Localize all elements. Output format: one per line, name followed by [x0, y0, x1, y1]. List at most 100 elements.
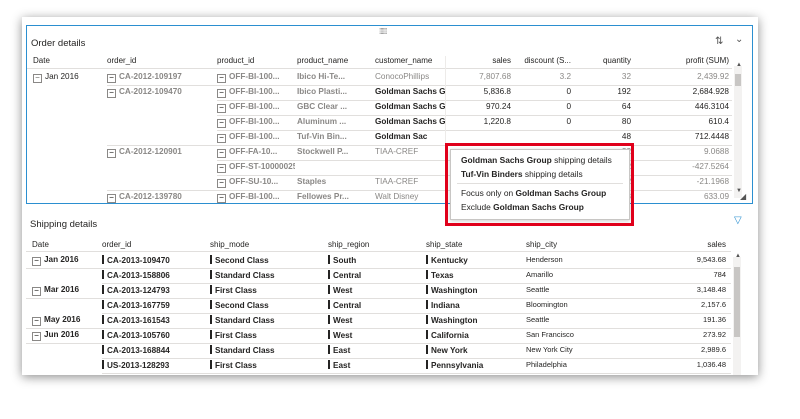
- table-cell[interactable]: Standard Class: [210, 315, 325, 325]
- table-cell[interactable]: − CA-2012-109197: [107, 72, 215, 83]
- table-cell[interactable]: − OFF-ST-10000025: [217, 162, 295, 173]
- collapse-icon[interactable]: −: [32, 332, 41, 341]
- table-cell[interactable]: CA-2013-105760: [102, 330, 210, 340]
- column-header[interactable]: sales: [449, 56, 511, 65]
- table-cell[interactable]: First Class: [210, 330, 325, 340]
- table-cell[interactable]: First Class: [210, 360, 325, 370]
- column-header[interactable]: order_id: [102, 240, 210, 249]
- table-cell[interactable]: Kentucky: [426, 255, 524, 265]
- table-cell[interactable]: Indiana: [426, 300, 524, 310]
- collapse-icon[interactable]: −: [32, 287, 41, 296]
- column-header[interactable]: order_id: [107, 56, 215, 65]
- filter-icon[interactable]: ▽: [734, 215, 742, 226]
- column-header[interactable]: quantity: [575, 56, 631, 65]
- collapse-icon[interactable]: −: [33, 74, 42, 83]
- column-header[interactable]: profit (SUM): [637, 56, 729, 65]
- table-cell[interactable]: − CA-2012-109470: [107, 87, 215, 98]
- table-cell[interactable]: − Jan 2016: [32, 255, 102, 266]
- scrollbar-thumb-shipping[interactable]: [734, 267, 740, 337]
- table-cell[interactable]: East: [328, 345, 423, 355]
- table-cell[interactable]: − OFF-BI-100...: [217, 117, 295, 128]
- table-cell[interactable]: − OFF-BI-100...: [217, 192, 295, 203]
- table-cell[interactable]: Standard Class: [210, 270, 325, 280]
- table-cell[interactable]: CA-2013-168844: [102, 345, 210, 355]
- table-cell[interactable]: CA-2013-158806: [102, 270, 210, 280]
- collapse-icon[interactable]: −: [107, 149, 116, 158]
- table-cell[interactable]: Washington: [426, 315, 524, 325]
- collapse-icon[interactable]: −: [107, 74, 116, 83]
- table-cell[interactable]: − Jan 2016: [33, 72, 103, 83]
- table-cell[interactable]: − May 2016: [32, 315, 102, 326]
- scrollbar-thumb[interactable]: [735, 74, 741, 86]
- collapse-icon[interactable]: −: [107, 89, 116, 98]
- table-cell[interactable]: − OFF-BI-100...: [217, 72, 295, 83]
- row-divider: [107, 190, 732, 191]
- column-header[interactable]: sales: [618, 240, 726, 249]
- table-cell[interactable]: − OFF-BI-100...: [217, 102, 295, 113]
- table-cell[interactable]: Second Class: [210, 300, 325, 310]
- column-header[interactable]: ship_region: [328, 240, 423, 249]
- cell-text: 2,684.928: [692, 87, 729, 96]
- table-cell[interactable]: Second Class: [210, 255, 325, 265]
- collapse-icon[interactable]: −: [217, 74, 226, 83]
- column-header[interactable]: customer_name: [375, 56, 445, 65]
- drill-through-icon[interactable]: ⇅: [715, 36, 723, 47]
- column-header[interactable]: Date: [32, 240, 102, 249]
- table-cell[interactable]: Texas: [426, 270, 524, 280]
- table-cell[interactable]: Central: [328, 270, 423, 280]
- column-header[interactable]: ship_state: [426, 240, 524, 249]
- table-cell[interactable]: − OFF-BI-100...: [217, 87, 295, 98]
- cell-text: OFF-SU-10...: [229, 177, 279, 186]
- collapse-icon[interactable]: −: [217, 119, 226, 128]
- table-cell[interactable]: − Mar 2016: [32, 285, 102, 296]
- collapse-icon[interactable]: −: [217, 89, 226, 98]
- table-cell[interactable]: West: [328, 285, 423, 295]
- collapse-icon[interactable]: −: [217, 149, 226, 158]
- drag-grip-icon[interactable]: ⁞⁞⁞⁞⁞⁞: [379, 27, 387, 36]
- hierarchy-bar-icon: [328, 270, 330, 279]
- scroll-up-icon[interactable]: ▲: [736, 62, 742, 68]
- table-cell[interactable]: CA-2013-167759: [102, 300, 210, 310]
- order-details-visual[interactable]: ⁞⁞⁞⁞⁞⁞ Order details ⇅ ⌄ Date order_id pro…: [26, 25, 753, 204]
- collapse-icon[interactable]: −: [107, 194, 116, 203]
- column-header[interactable]: ship_mode: [210, 240, 325, 249]
- table-cell[interactable]: CA-2013-124793: [102, 285, 210, 295]
- collapse-icon[interactable]: −: [217, 134, 226, 143]
- table-cell[interactable]: − CA-2012-120901: [107, 147, 215, 158]
- table-cell[interactable]: New York: [426, 345, 524, 355]
- table-cell[interactable]: Standard Class: [210, 345, 325, 355]
- collapse-icon[interactable]: −: [217, 104, 226, 113]
- table-cell[interactable]: South: [328, 255, 423, 265]
- table-cell[interactable]: CA-2013-109470: [102, 255, 210, 265]
- chevron-down-icon[interactable]: ⌄: [735, 34, 743, 45]
- table-cell[interactable]: − OFF-FA-10...: [217, 147, 295, 158]
- column-header[interactable]: Date: [33, 56, 103, 65]
- table-cell[interactable]: First Class: [210, 285, 325, 295]
- scroll-up-icon[interactable]: ▲: [735, 253, 741, 259]
- table-cell[interactable]: East: [328, 360, 423, 370]
- table-cell[interactable]: − OFF-SU-10...: [217, 177, 295, 188]
- column-header[interactable]: product_name: [297, 56, 372, 65]
- row-divider: [26, 343, 731, 344]
- collapse-icon[interactable]: −: [32, 317, 41, 326]
- column-header[interactable]: ship_city: [526, 240, 616, 249]
- table-cell[interactable]: California: [426, 330, 524, 340]
- table-cell[interactable]: West: [328, 330, 423, 340]
- table-cell[interactable]: US-2013-128293: [102, 360, 210, 370]
- table-cell[interactable]: − Jun 2016: [32, 330, 102, 341]
- collapse-icon[interactable]: −: [217, 179, 226, 188]
- table-cell[interactable]: Central: [328, 300, 423, 310]
- table-cell[interactable]: West: [328, 315, 423, 325]
- column-header[interactable]: discount (S...: [515, 56, 571, 65]
- table-cell[interactable]: − OFF-BI-100...: [217, 132, 295, 143]
- table-cell[interactable]: Pennsylvania: [426, 360, 524, 370]
- shipping-details-visual[interactable]: Shipping details ▽ Date order_id ship_mode…: [26, 207, 751, 375]
- collapse-icon[interactable]: −: [217, 194, 226, 203]
- table-cell[interactable]: Washington: [426, 285, 524, 295]
- table-cell[interactable]: CA-2013-161543: [102, 315, 210, 325]
- column-header[interactable]: product_id: [217, 56, 295, 65]
- collapse-icon[interactable]: −: [217, 164, 226, 173]
- resize-handle-icon[interactable]: ◢: [740, 192, 746, 201]
- collapse-icon[interactable]: −: [32, 257, 41, 266]
- table-cell[interactable]: − CA-2012-139780: [107, 192, 215, 203]
